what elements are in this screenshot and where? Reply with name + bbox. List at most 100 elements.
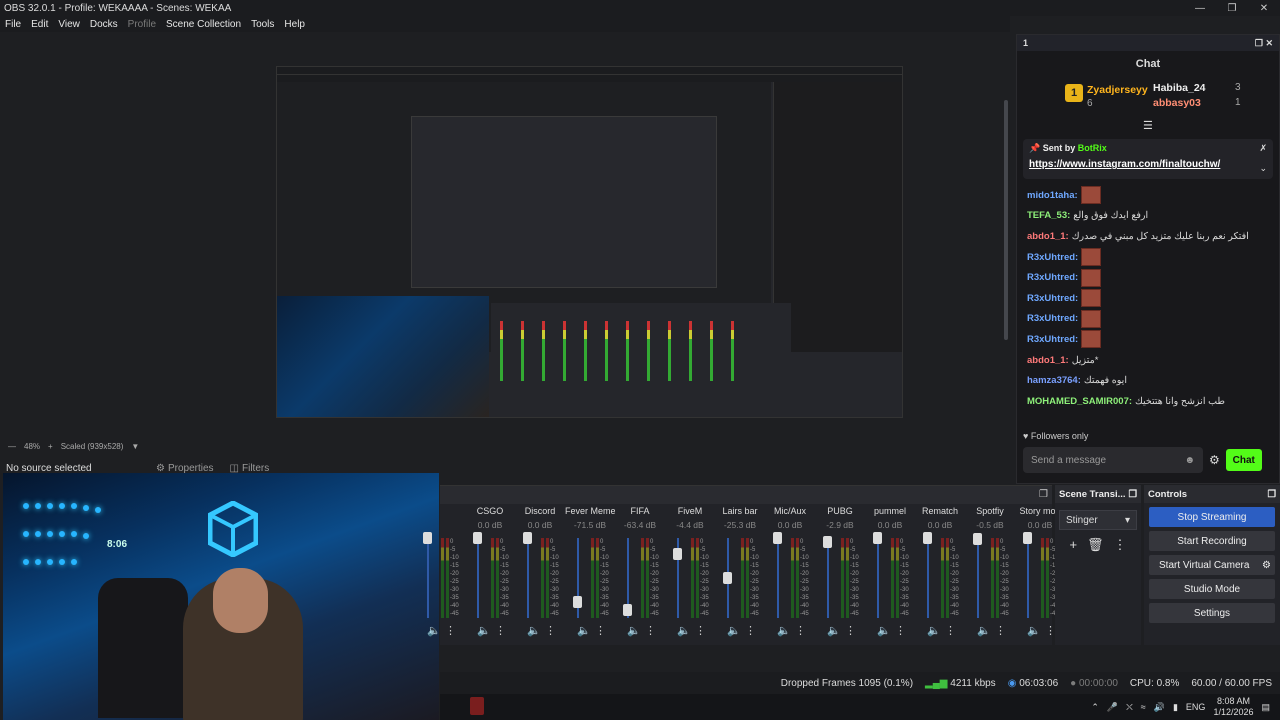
speaker-icon[interactable]: 🔈 [477, 624, 491, 637]
fader-knob[interactable] [673, 548, 682, 560]
menu-edit[interactable]: Edit [26, 19, 53, 30]
chevron-up-icon[interactable]: ⌃ [1091, 702, 1099, 713]
fader-knob[interactable] [823, 536, 832, 548]
clock-date[interactable]: 1/12/2026 [1213, 707, 1253, 718]
fader-knob[interactable] [523, 532, 532, 544]
filters-button[interactable]: ◫ Filters [224, 463, 276, 474]
leader-name-2[interactable]: Habiba_24 [1153, 82, 1206, 94]
gear-icon[interactable]: ⚙ [1262, 560, 1271, 571]
fader-knob[interactable] [573, 596, 582, 608]
speaker-icon[interactable]: 🔈 [727, 624, 741, 637]
minimize-icon[interactable]: — [1184, 0, 1216, 16]
speaker-icon[interactable]: 🔈 [777, 624, 791, 637]
more-icon[interactable]: ⋮ [445, 624, 456, 637]
volume-fader[interactable] [777, 538, 779, 618]
obs-taskbar-icon[interactable] [470, 697, 484, 715]
studio-mode-button[interactable]: Studio Mode [1149, 579, 1275, 599]
more-icon[interactable]: ⋮ [795, 624, 806, 637]
chat-username[interactable]: R3xUhtred: [1027, 313, 1078, 324]
chat-send-button[interactable]: Chat [1225, 449, 1262, 471]
volume-fader[interactable] [527, 538, 529, 618]
more-icon[interactable]: ⋮ [745, 624, 756, 637]
restore-icon[interactable]: ❐ [1216, 0, 1248, 16]
usb-icon[interactable]: ⛌ [1126, 702, 1133, 713]
fader-knob[interactable] [973, 532, 982, 545]
fader-knob[interactable] [423, 532, 432, 544]
speaker-icon[interactable]: 🔈 [877, 624, 891, 637]
volume-fader[interactable] [477, 538, 479, 618]
chat-username[interactable]: MOHAMED_SAMIR007: [1027, 396, 1132, 407]
menu-tools[interactable]: Tools [246, 19, 279, 30]
notification-icon[interactable]: ▤ [1261, 702, 1270, 713]
scale-dropdown-icon[interactable]: ▼ [131, 442, 139, 451]
transitions-float-icon[interactable]: ❐ [1128, 489, 1137, 500]
chat-username[interactable]: abdo1_1: [1027, 355, 1069, 366]
menu-profile[interactable]: Profile [123, 19, 161, 30]
speaker-icon[interactable]: 🔊 [1154, 702, 1165, 713]
add-transition-icon[interactable]: + [1069, 537, 1077, 553]
speaker-icon[interactable]: 🔈 [427, 624, 441, 637]
preview-vertical-scrollbar[interactable] [1004, 100, 1008, 340]
speaker-icon[interactable]: 🔈 [1027, 624, 1041, 637]
more-icon[interactable]: ⋮ [595, 624, 606, 637]
transition-select[interactable]: Stinger ▾ [1059, 510, 1137, 530]
chat-username[interactable]: R3xUhtred: [1027, 293, 1078, 304]
volume-fader[interactable] [977, 538, 979, 618]
clock-time[interactable]: 8:08 AM [1213, 696, 1253, 707]
more-icon[interactable]: ⋮ [495, 624, 506, 637]
speaker-icon[interactable]: 🔈 [827, 624, 841, 637]
zoom-level[interactable]: 48% [24, 442, 40, 451]
battery-icon[interactable]: ▮ [1173, 702, 1178, 713]
fader-knob[interactable] [873, 532, 882, 544]
zoom-out-icon[interactable]: — [8, 442, 16, 451]
more-icon[interactable]: ⋮ [945, 624, 956, 637]
speaker-icon[interactable]: 🔈 [577, 624, 591, 637]
more-icon[interactable]: ⋮ [645, 624, 656, 637]
properties-button[interactable]: ⚙ Properties [150, 463, 220, 474]
chat-username[interactable]: abdo1_1: [1027, 231, 1069, 242]
fader-knob[interactable] [473, 532, 482, 544]
speaker-icon[interactable]: 🔈 [677, 624, 691, 637]
fader-knob[interactable] [773, 532, 782, 544]
chat-username[interactable]: mido1taha: [1027, 190, 1078, 201]
speaker-icon[interactable]: 🔈 [977, 624, 991, 637]
volume-fader[interactable] [827, 538, 829, 618]
speaker-icon[interactable]: 🔈 [527, 624, 541, 637]
menu-file[interactable]: File [0, 19, 26, 30]
fader-knob[interactable] [723, 572, 732, 584]
menu-docks[interactable]: Docks [85, 19, 123, 30]
fader-knob[interactable] [923, 532, 932, 544]
controls-float-icon[interactable]: ❐ [1267, 489, 1276, 500]
trash-icon[interactable]: 🗑 [1087, 537, 1104, 553]
more-icon[interactable]: ⋮ [1114, 537, 1127, 553]
start-virtual-camera-button[interactable]: Start Virtual Camera ⚙ [1149, 555, 1275, 575]
volume-fader[interactable] [1027, 538, 1029, 618]
more-icon[interactable]: ⋮ [895, 624, 906, 637]
menu-view[interactable]: View [53, 19, 85, 30]
more-icon[interactable]: ⋮ [545, 624, 556, 637]
leader-name-3[interactable]: abbasy03 [1153, 97, 1201, 109]
volume-fader[interactable] [927, 538, 929, 618]
collapse-icon[interactable]: ☰ [1143, 119, 1153, 132]
volume-fader[interactable] [427, 538, 429, 618]
speaker-icon[interactable]: 🔈 [627, 624, 641, 637]
more-icon[interactable]: ⋮ [695, 624, 706, 637]
close-icon[interactable]: ✕ [1248, 0, 1280, 16]
leader-name-1[interactable]: Zyadjerseyy [1087, 84, 1148, 96]
chat-username[interactable]: R3xUhtred: [1027, 252, 1078, 263]
volume-fader[interactable] [877, 538, 879, 618]
more-icon[interactable]: ⋮ [995, 624, 1006, 637]
close-icon[interactable]: ✕ [1265, 38, 1273, 48]
more-icon[interactable]: ⋮ [845, 624, 856, 637]
unpin-icon[interactable]: ✗ [1259, 143, 1267, 154]
float-icon[interactable]: ❐ [1255, 38, 1263, 48]
speaker-icon[interactable]: 🔈 [927, 624, 941, 637]
chat-input[interactable]: Send a message ☻ [1023, 447, 1203, 473]
stop-streaming-button[interactable]: Stop Streaming [1149, 507, 1275, 527]
chat-username[interactable]: TEFA_53: [1027, 210, 1070, 221]
pinned-link[interactable]: https://www.instagram.com/finaltouchw/ [1029, 159, 1267, 170]
chat-username[interactable]: R3xUhtred: [1027, 272, 1078, 283]
language-indicator[interactable]: ENG [1186, 702, 1206, 712]
chat-settings-icon[interactable]: ⚙ [1209, 453, 1220, 467]
chat-username[interactable]: R3xUhtred: [1027, 334, 1078, 345]
